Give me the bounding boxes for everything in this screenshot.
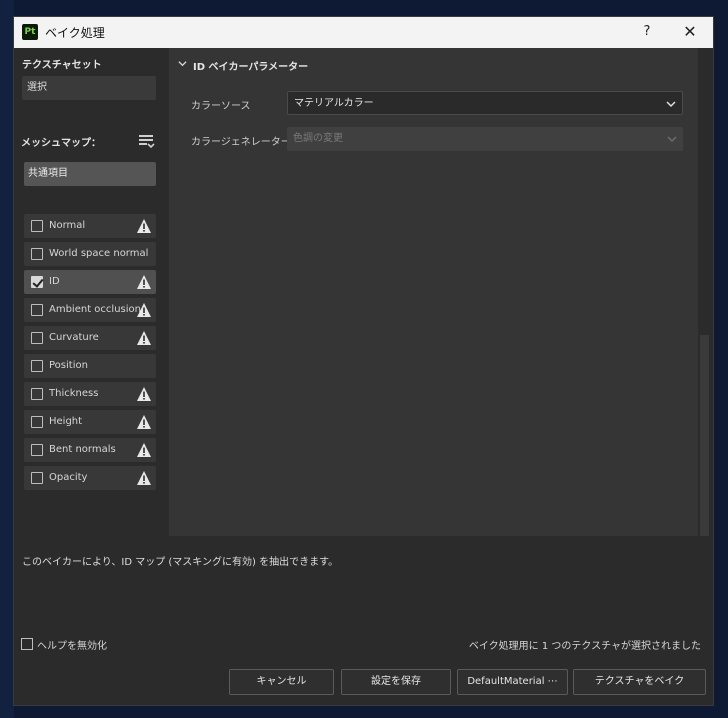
warning-icon — [137, 387, 151, 401]
bake-dialog: Pt ベイク処理 ? ✕ テクスチャセット 選択 メッシュマップ： 共通項目 N… — [13, 16, 714, 706]
checkbox[interactable] — [31, 276, 43, 288]
chevron-down-icon[interactable] — [178, 59, 187, 68]
id-baker-parameters-header[interactable]: ID ベイカーパラメーター — [193, 58, 308, 73]
color-generator-value: 色調の変更 — [293, 133, 343, 144]
mesh-map-item[interactable]: Bent normals — [24, 438, 156, 462]
chevron-down-icon — [667, 136, 677, 143]
checkbox[interactable] — [31, 472, 43, 484]
default-material-button[interactable]: DefaultMaterial ⋯ — [457, 669, 568, 695]
mesh-map-label: Position — [49, 360, 88, 371]
scrollbar-thumb[interactable] — [700, 335, 709, 536]
disable-help-label: ヘルプを無効化 — [37, 641, 107, 652]
color-source-dropdown[interactable]: マテリアルカラー — [287, 91, 683, 115]
texture-set-heading: テクスチャセット — [22, 60, 102, 71]
mesh-map-label: ID — [49, 276, 60, 287]
baker-description: このベイカーにより、ID マップ (マスキングに有効) を抽出できます。 — [22, 557, 339, 568]
checkbox[interactable] — [21, 638, 33, 650]
mesh-map-item[interactable]: Opacity — [24, 466, 156, 490]
desktop-background — [0, 0, 14, 718]
texture-set-selector[interactable]: 選択 — [22, 76, 156, 100]
color-generator-label: カラージェネレーター — [191, 137, 291, 148]
mesh-map-label: Height — [49, 416, 83, 427]
mesh-map-item[interactable]: World space normal — [24, 242, 156, 266]
mesh-map-label: Normal — [49, 220, 86, 231]
selection-status: ベイク処理用に 1 つのテクスチャが選択されました — [468, 641, 701, 652]
common-settings-tab[interactable]: 共通項目 — [24, 162, 156, 186]
mesh-map-item[interactable]: Normal — [24, 214, 156, 238]
close-button[interactable]: ✕ — [678, 21, 702, 43]
mesh-map-item[interactable]: Position — [24, 354, 156, 378]
mesh-map-label: World space normal — [49, 248, 149, 259]
list-options-icon[interactable] — [138, 132, 156, 150]
save-settings-button[interactable]: 設定を保存 — [341, 669, 451, 695]
checkbox[interactable] — [31, 388, 43, 400]
checkbox[interactable] — [31, 248, 43, 260]
cancel-button[interactable]: キャンセル — [229, 669, 334, 695]
mesh-map-label: Ambient occlusion — [49, 304, 141, 315]
mesh-maps-heading: メッシュマップ： — [21, 138, 101, 149]
mesh-map-item[interactable]: Curvature — [24, 326, 156, 350]
baker-parameters-panel: ID ベイカーパラメーター カラーソース マテリアルカラー カラージェネレーター… — [169, 48, 698, 536]
painter-app-icon: Pt — [22, 24, 38, 40]
checkbox[interactable] — [31, 220, 43, 232]
warning-icon — [137, 415, 151, 429]
mesh-map-label: Bent normals — [49, 444, 116, 455]
warning-icon — [137, 443, 151, 457]
warning-icon — [137, 303, 151, 317]
mesh-map-item[interactable]: Height — [24, 410, 156, 434]
color-generator-dropdown[interactable]: 色調の変更 — [287, 127, 683, 151]
mesh-map-item[interactable]: ID — [24, 270, 156, 294]
warning-icon — [137, 219, 151, 233]
checkbox[interactable] — [31, 332, 43, 344]
help-button[interactable]: ? — [636, 22, 658, 42]
chevron-down-icon — [666, 101, 676, 108]
checkbox[interactable] — [31, 444, 43, 456]
bake-textures-button[interactable]: テクスチャをベイク — [573, 669, 706, 695]
mesh-map-label: Curvature — [49, 332, 99, 343]
mesh-map-label: Thickness — [49, 388, 99, 399]
window-title: ベイク処理 — [45, 26, 105, 40]
color-source-label: カラーソース — [191, 101, 251, 112]
warning-icon — [137, 471, 151, 485]
mesh-map-item[interactable]: Ambient occlusion — [24, 298, 156, 322]
checkbox[interactable] — [31, 304, 43, 316]
color-source-value: マテリアルカラー — [294, 98, 374, 109]
warning-icon — [137, 275, 151, 289]
title-bar[interactable]: Pt ベイク処理 ? ✕ — [14, 17, 713, 48]
checkbox[interactable] — [31, 416, 43, 428]
warning-icon — [137, 331, 151, 345]
mesh-map-label: Opacity — [49, 472, 88, 483]
mesh-map-item[interactable]: Thickness — [24, 382, 156, 406]
checkbox[interactable] — [31, 360, 43, 372]
sidebar: テクスチャセット 選択 メッシュマップ： 共通項目 Normal World sp… — [14, 48, 166, 536]
